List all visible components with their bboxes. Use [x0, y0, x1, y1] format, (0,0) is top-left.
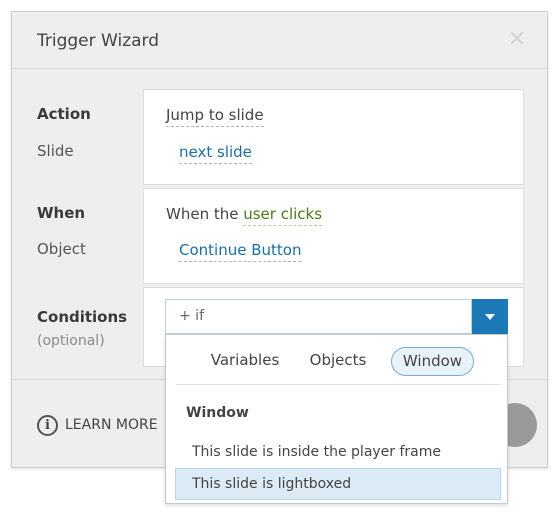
when-panel: When the user clicks Continue Button: [143, 188, 524, 284]
when-label: When: [37, 204, 86, 222]
conditions-input[interactable]: + if: [165, 299, 472, 334]
slide-label: Slide: [37, 142, 74, 160]
object-select[interactable]: Continue Button: [179, 241, 302, 262]
action-select[interactable]: Jump to slide: [166, 106, 264, 127]
conditions-label: Conditions: [37, 308, 128, 326]
tab-variables[interactable]: Variables: [205, 347, 285, 376]
tab-objects[interactable]: Objects: [304, 347, 372, 376]
menu-item-inside-player-frame[interactable]: This slide is inside the player frame: [175, 436, 501, 468]
chevron-down-icon: [485, 313, 495, 320]
action-label: Action: [37, 105, 91, 123]
conditions-dropdown-menu: Variables Objects Window Window This sli…: [165, 334, 508, 504]
slide-select[interactable]: next slide: [179, 143, 252, 164]
info-icon: i: [37, 414, 58, 436]
conditions-dropdown-button[interactable]: [472, 299, 508, 334]
close-icon[interactable]: ×: [506, 28, 528, 50]
menu-divider: [176, 384, 501, 385]
when-event-select[interactable]: user clicks: [243, 205, 323, 226]
menu-section-heading: Window: [186, 405, 249, 421]
dialog-titlebar: Trigger Wizard ×: [12, 12, 547, 69]
learn-more-link[interactable]: i LEARN MORE: [37, 413, 158, 437]
when-prefix: When the user clicks: [166, 205, 323, 226]
action-panel: Jump to slide next slide: [143, 89, 524, 185]
learn-more-text: LEARN MORE: [65, 417, 158, 433]
object-label: Object: [37, 240, 86, 258]
when-prefix-text: When the: [166, 205, 244, 223]
dialog-title: Trigger Wizard: [37, 31, 160, 51]
menu-item-lightboxed[interactable]: This slide is lightboxed: [175, 468, 501, 500]
tab-window[interactable]: Window: [391, 347, 474, 376]
conditions-optional-label: (optional): [37, 333, 105, 349]
